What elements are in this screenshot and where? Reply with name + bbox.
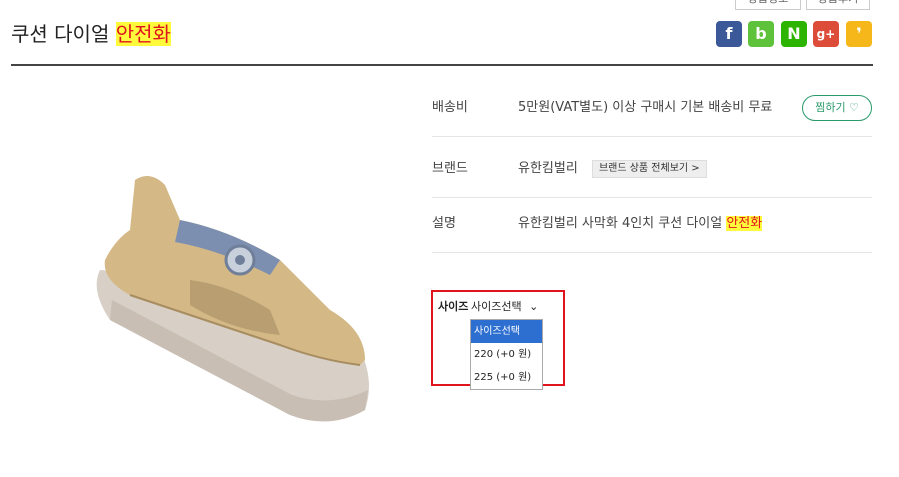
size-option-item[interactable]: 225 (+0 원) (471, 366, 542, 389)
title-highlight: 안전화 (115, 22, 171, 46)
top-tab-product-info[interactable]: 상품정보 (735, 0, 801, 10)
brand-value: 유한킴벌리 (518, 161, 578, 176)
description-row: 설명 유한킴벌리 사막화 4인치 쿠션 다이얼 안전화 (432, 196, 872, 253)
chevron-down-icon: ⌄ (529, 300, 539, 313)
description-label: 설명 (432, 216, 456, 231)
brand-all-products-button[interactable]: 브랜드 상품 전체보기 > (591, 159, 707, 178)
title-divider (11, 64, 873, 66)
description-highlight: 안전화 (726, 216, 763, 231)
brand-label: 브랜드 (432, 161, 468, 176)
kakaostory-share-icon[interactable]: ❜ (846, 21, 872, 47)
size-label: 사이즈 (438, 300, 469, 313)
band-share-icon[interactable]: b (748, 21, 774, 47)
naver-share-icon[interactable]: N (781, 21, 807, 47)
page-title: 쿠션 다이얼 안전화 (11, 18, 171, 47)
title-main: 쿠션 다이얼 (11, 22, 110, 46)
google-plus-share-icon[interactable]: g+ (813, 21, 839, 47)
size-option-item[interactable]: 사이즈선택 (471, 320, 542, 343)
description-value-wrap: 유한킴벌리 사막화 4인치 쿠션 다이얼 안전화 (518, 196, 763, 252)
brand-row: 브랜드 유한킴벌리 브랜드 상품 전체보기 > (432, 141, 872, 198)
facebook-share-icon[interactable]: f (716, 21, 742, 47)
size-dropdown-list: 사이즈선택 220 (+0 원) 225 (+0 원) (470, 319, 543, 390)
size-option-item[interactable]: 220 (+0 원) (471, 343, 542, 366)
shipping-label: 배송비 (432, 100, 468, 115)
shipping-row: 배송비 5만원(VAT별도) 이상 구매시 기본 배송비 무료 찜하기 ♡ (432, 80, 872, 137)
product-image (96, 176, 370, 422)
wishlist-button[interactable]: 찜하기 ♡ (802, 95, 872, 121)
description-value: 유한킴벌리 사막화 4인치 쿠션 다이얼 (518, 216, 723, 231)
shipping-value: 5만원(VAT별도) 이상 구매시 기본 배송비 무료 (518, 100, 773, 115)
brand-value-wrap: 유한킴벌리 브랜드 상품 전체보기 > (518, 141, 707, 197)
top-tab-product-review[interactable]: 상품후기 (806, 0, 870, 10)
size-select[interactable]: 사이즈선택 ⌄ (471, 298, 538, 314)
size-option-box: 사이즈 사이즈선택 ⌄ 사이즈선택 220 (+0 원) 225 (+0 원) (431, 290, 565, 390)
size-select-value: 사이즈선택 (471, 300, 522, 313)
